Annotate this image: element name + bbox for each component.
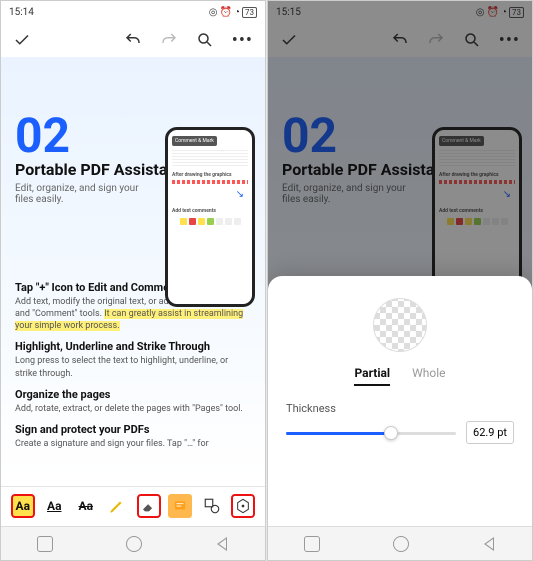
battery-icon: 73 <box>509 7 524 18</box>
eraser-tool[interactable] <box>137 494 161 518</box>
thickness-value[interactable]: 62.9 pt <box>466 421 514 444</box>
illustration-phone: Comment & Mark After drawing the graphic… <box>165 127 255 307</box>
feature-4-title: Sign and protect your PDFs <box>15 423 251 436</box>
page-number: 02 <box>282 107 518 164</box>
thickness-row: Thickness <box>286 402 514 415</box>
nav-home[interactable] <box>126 536 142 552</box>
highlight-tool[interactable]: Aa <box>11 494 35 518</box>
document-content[interactable]: 02 Portable PDF Assistant Edit, organize… <box>1 57 265 477</box>
tab-partial[interactable]: Partial <box>354 366 390 386</box>
clock-icon: ◔ <box>501 7 507 18</box>
shape-icon <box>203 497 221 515</box>
system-nav <box>268 526 532 560</box>
clock-icon: ◔ <box>234 7 240 18</box>
done-button <box>280 31 298 49</box>
system-nav <box>1 526 265 560</box>
phone-left: 15:14 ◎ ⏰ ◔ 73 ••• 02 Portable PDF Assis… <box>0 0 266 561</box>
pen-tool[interactable] <box>105 494 129 518</box>
feature-2-text: Long press to select the text to highlig… <box>15 355 251 379</box>
illustration-toolbar <box>172 218 248 225</box>
nav-back[interactable] <box>482 537 496 551</box>
undo-icon <box>391 31 409 49</box>
arrow-icon: ↘ <box>236 189 244 200</box>
search-icon <box>196 31 214 49</box>
more-button[interactable]: ••• <box>232 30 253 51</box>
redo-button[interactable] <box>160 31 178 49</box>
settings-tool[interactable] <box>231 494 255 518</box>
status-icons: ◎ ⏰ ◔ 73 <box>476 7 524 18</box>
color-preview[interactable] <box>373 298 427 352</box>
feature-2-title: Highlight, Underline and Strike Through <box>15 340 251 353</box>
undo-icon <box>124 31 142 49</box>
note-icon <box>173 499 187 513</box>
vibrate-icon: ◎ <box>209 7 218 18</box>
illustration-underline <box>172 180 248 184</box>
redo-icon <box>427 31 445 49</box>
top-toolbar: ••• <box>1 23 265 57</box>
search-button <box>463 31 481 49</box>
underline-tool[interactable]: Aa <box>42 494 66 518</box>
arrow-icon: ↘ <box>503 189 511 200</box>
eraser-settings-sheet: Partial Whole Thickness 62.9 pt <box>268 276 532 526</box>
alarm-icon: ⏰ <box>487 7 499 18</box>
illustration-h2: After drawing the graphics <box>172 172 248 178</box>
feature-3-title: Organize the pages <box>15 388 251 401</box>
illustration-arrow-row: ↘ <box>172 186 248 202</box>
redo-icon <box>160 31 178 49</box>
pen-icon <box>108 497 126 515</box>
top-toolbar: ••• <box>268 23 532 57</box>
more-button: ••• <box>499 30 520 51</box>
thickness-label: Thickness <box>286 402 336 415</box>
search-button[interactable] <box>196 31 214 49</box>
illustration-tag: Comment & Mark <box>172 136 217 146</box>
undo-button[interactable] <box>124 31 142 49</box>
nav-home[interactable] <box>393 536 409 552</box>
tab-whole[interactable]: Whole <box>412 366 445 386</box>
vibrate-icon: ◎ <box>476 7 485 18</box>
illustration-lines <box>172 150 248 166</box>
alarm-icon: ⏰ <box>220 7 232 18</box>
done-button[interactable] <box>13 31 31 49</box>
annotation-toolbar: Aa Aa Aa <box>1 486 265 524</box>
battery-icon: 73 <box>242 7 257 18</box>
status-icons: ◎ ⏰ ◔ 73 <box>209 7 257 18</box>
eraser-icon <box>141 498 157 514</box>
page-subtitle: Edit, organize, and sign your files easi… <box>282 183 412 205</box>
status-time: 15:14 <box>9 7 34 18</box>
strikethrough-tool[interactable]: Aa <box>74 494 98 518</box>
note-tool[interactable] <box>168 494 192 518</box>
check-icon <box>280 31 298 49</box>
hexagon-icon <box>235 498 251 514</box>
phone-right: 15:15 ◎ ⏰ ◔ 73 ••• 02 Portable PDF Assis… <box>267 0 533 561</box>
status-bar: 15:14 ◎ ⏰ ◔ 73 <box>1 1 265 23</box>
page-subtitle: Edit, organize, and sign your files easi… <box>15 183 145 205</box>
page-title: Portable PDF Assistant <box>282 160 518 179</box>
thickness-slider[interactable] <box>286 423 456 443</box>
status-bar: 15:15 ◎ ⏰ ◔ 73 <box>268 1 532 23</box>
eraser-mode-tabs: Partial Whole <box>286 366 514 386</box>
redo-button <box>427 31 445 49</box>
feature-3-text: Add, rotate, extract, or delete the page… <box>15 403 251 415</box>
nav-recent[interactable] <box>304 536 320 552</box>
feature-4-text: Create a signature and sign your files. … <box>15 438 251 450</box>
illustration-h3: Add text comments <box>172 208 248 214</box>
search-icon <box>463 31 481 49</box>
undo-button <box>391 31 409 49</box>
nav-back[interactable] <box>215 537 229 551</box>
check-icon <box>13 31 31 49</box>
status-time: 15:15 <box>276 7 301 18</box>
shape-tool[interactable] <box>200 494 224 518</box>
slider-thumb[interactable] <box>384 426 398 440</box>
nav-recent[interactable] <box>37 536 53 552</box>
